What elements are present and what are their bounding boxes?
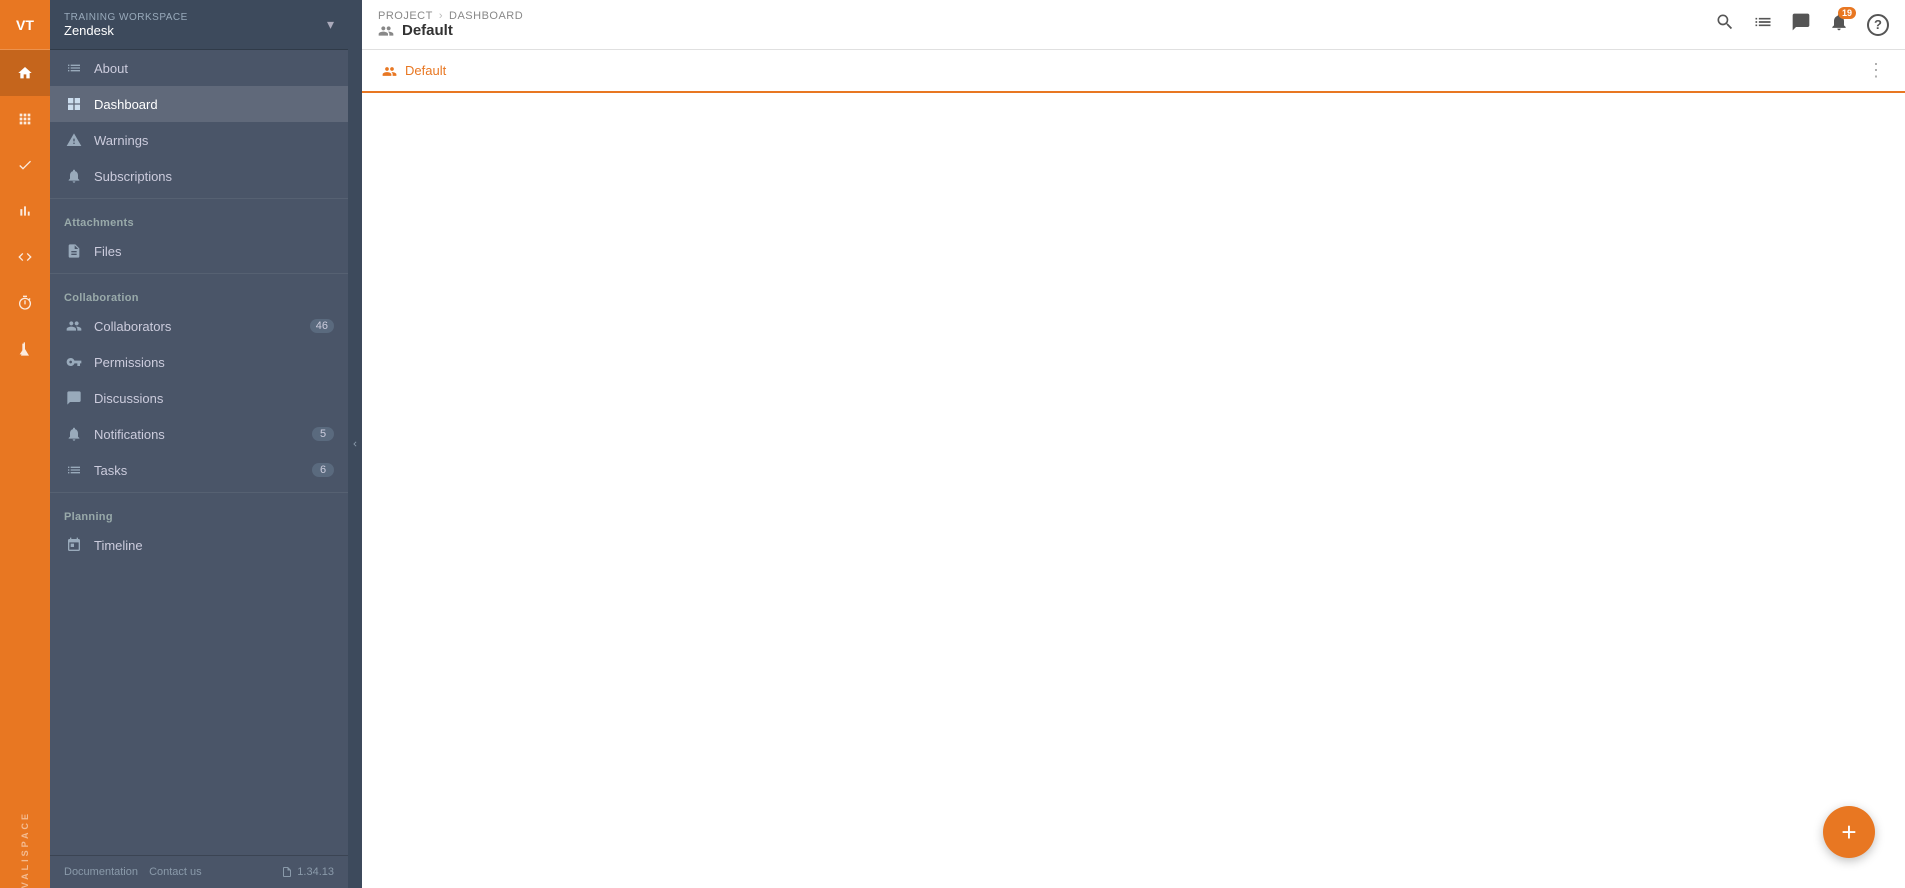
tab-default-label: Default xyxy=(405,63,446,78)
tab-bar: Default ⋮ xyxy=(362,50,1905,93)
collaborators-icon xyxy=(64,316,84,336)
tab-default-icon xyxy=(382,62,397,79)
timeline-label: Timeline xyxy=(94,538,334,553)
about-icon xyxy=(64,58,84,78)
dashboard-label: Dashboard xyxy=(94,97,334,112)
icon-rail: VT VALISPACE xyxy=(0,0,50,888)
sidebar-collapse-handle[interactable] xyxy=(348,0,362,888)
sidebar-item-subscriptions[interactable]: Subscriptions xyxy=(50,158,348,194)
files-label: Files xyxy=(94,244,334,259)
breadcrumb-page: DASHBOARD xyxy=(449,10,523,22)
fab-icon: + xyxy=(1841,817,1856,848)
rail-timer-icon[interactable] xyxy=(0,280,50,326)
divider-1 xyxy=(50,198,348,199)
warnings-icon xyxy=(64,130,84,150)
warnings-label: Warnings xyxy=(94,133,334,148)
sidebar-item-notifications[interactable]: Notifications 5 xyxy=(50,416,348,452)
section-collaboration: Collaboration xyxy=(50,278,348,308)
timeline-icon xyxy=(64,535,84,555)
subscriptions-label: Subscriptions xyxy=(94,169,334,184)
section-attachments: Attachments xyxy=(50,203,348,233)
avatar[interactable]: VT xyxy=(0,0,50,50)
sidebar-item-collaborators[interactable]: Collaborators 46 xyxy=(50,308,348,344)
collaborators-badge: 46 xyxy=(310,319,334,333)
notifications-badge: 5 xyxy=(312,427,334,441)
sidebar-item-warnings[interactable]: Warnings xyxy=(50,122,348,158)
chat-icon[interactable] xyxy=(1791,12,1811,37)
version-number: 1.34.13 xyxy=(297,866,334,878)
rail-analytics-icon[interactable] xyxy=(0,188,50,234)
rail-code-icon[interactable] xyxy=(0,234,50,280)
rail-lab-icon[interactable] xyxy=(0,326,50,372)
content-area xyxy=(362,93,1905,888)
sidebar-item-timeline[interactable]: Timeline xyxy=(50,527,348,563)
rail-modules-icon[interactable] xyxy=(0,96,50,142)
sidebar: TRAINING WORKSPACE Zendesk ▾ About Dashb… xyxy=(50,0,348,888)
sidebar-item-tasks[interactable]: Tasks 6 xyxy=(50,452,348,488)
tab-default[interactable]: Default xyxy=(362,50,466,93)
notifications-icon xyxy=(64,424,84,444)
breadcrumb-project: PROJECT xyxy=(378,10,433,22)
sidebar-item-about[interactable]: About xyxy=(50,50,348,86)
discussions-icon xyxy=(64,388,84,408)
permissions-label: Permissions xyxy=(94,355,334,370)
sidebar-header[interactable]: TRAINING WORKSPACE Zendesk ▾ xyxy=(50,0,348,50)
subscriptions-icon xyxy=(64,166,84,186)
search-icon[interactable] xyxy=(1715,12,1735,37)
notifications-label: Notifications xyxy=(94,427,312,442)
sidebar-item-dashboard[interactable]: Dashboard xyxy=(50,86,348,122)
main-content: PROJECT › DASHBOARD Default xyxy=(362,0,1905,888)
tasks-badge: 6 xyxy=(312,463,334,477)
tab-kebab-menu[interactable]: ⋮ xyxy=(1859,60,1893,80)
tab-bar-actions: ⋮ xyxy=(1859,60,1905,81)
collaborators-label: Collaborators xyxy=(94,319,310,334)
notification-badge: 19 xyxy=(1838,7,1856,19)
documentation-link[interactable]: Documentation xyxy=(64,866,138,878)
rail-home-icon[interactable] xyxy=(0,50,50,96)
divider-3 xyxy=(50,492,348,493)
topbar: PROJECT › DASHBOARD Default xyxy=(362,0,1905,50)
divider-2 xyxy=(50,273,348,274)
page-title-icon xyxy=(378,22,394,39)
page-title: Default xyxy=(402,22,453,39)
permissions-icon xyxy=(64,352,84,372)
workspace-name: Zendesk xyxy=(64,23,188,38)
tasks-label: Tasks xyxy=(94,463,312,478)
breadcrumb-separator: › xyxy=(439,10,443,22)
breadcrumb: PROJECT › DASHBOARD xyxy=(378,10,523,22)
tasks-sidebar-icon xyxy=(64,460,84,480)
topbar-left: PROJECT › DASHBOARD Default xyxy=(378,10,523,39)
section-planning: Planning xyxy=(50,497,348,527)
topbar-right: 19 ? xyxy=(1715,12,1889,37)
sidebar-item-discussions[interactable]: Discussions xyxy=(50,380,348,416)
brand-label: VALISPACE xyxy=(20,799,30,888)
dashboard-icon xyxy=(64,94,84,114)
workspace-label: TRAINING WORKSPACE xyxy=(64,12,188,23)
contact-link[interactable]: Contact us xyxy=(149,866,202,878)
bell-icon[interactable]: 19 xyxy=(1829,12,1849,37)
about-label: About xyxy=(94,61,334,76)
sidebar-item-files[interactable]: Files xyxy=(50,233,348,269)
list-icon[interactable] xyxy=(1753,12,1773,37)
discussions-label: Discussions xyxy=(94,391,334,406)
sidebar-item-permissions[interactable]: Permissions xyxy=(50,344,348,380)
version-info: 1.34.13 xyxy=(281,866,334,878)
workspace-chevron-icon[interactable]: ▾ xyxy=(327,16,334,33)
files-icon xyxy=(64,241,84,261)
rail-tasks-icon[interactable] xyxy=(0,142,50,188)
fab-add-button[interactable]: + xyxy=(1823,806,1875,858)
sidebar-footer: Documentation Contact us 1.34.13 xyxy=(50,855,348,888)
help-icon[interactable]: ? xyxy=(1867,14,1889,36)
